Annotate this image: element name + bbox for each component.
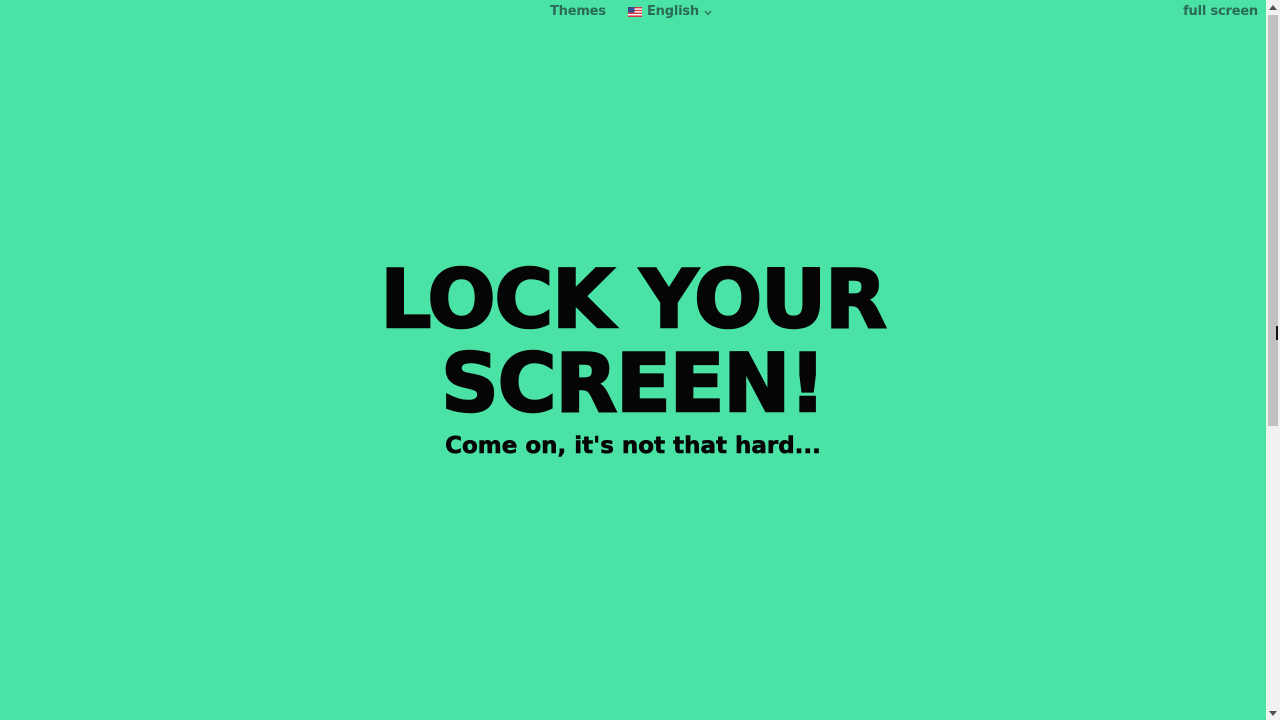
arrow-up-icon [1269,4,1277,10]
text-cursor-icon [1276,326,1278,340]
themes-link[interactable]: Themes [550,3,606,21]
fullscreen-link[interactable]: full screen [1183,3,1258,21]
hero-section: LOCK YOUR SCREEN! Come on, it's not that… [0,253,1266,460]
hero-title: LOCK YOUR SCREEN! [0,253,1266,430]
hero-title-line-2: SCREEN! [440,337,827,430]
vertical-scrollbar[interactable] [1266,0,1280,720]
page-background: Themes English full screen LOCK YOUR SCR… [0,0,1266,720]
language-label: English [647,4,699,19]
hero-subtitle: Come on, it's not that hard... [445,433,821,460]
scroll-up-button[interactable] [1266,0,1280,14]
us-flag-icon [628,7,642,17]
scroll-down-button[interactable] [1266,706,1280,720]
language-selector[interactable]: English [628,3,712,21]
arrow-down-icon [1269,710,1277,716]
top-navigation: Themes English full screen [0,3,1266,21]
hero-title-line-1: LOCK YOUR [379,253,888,346]
scrollbar-thumb[interactable] [1268,15,1278,426]
chevron-down-icon [704,10,712,16]
